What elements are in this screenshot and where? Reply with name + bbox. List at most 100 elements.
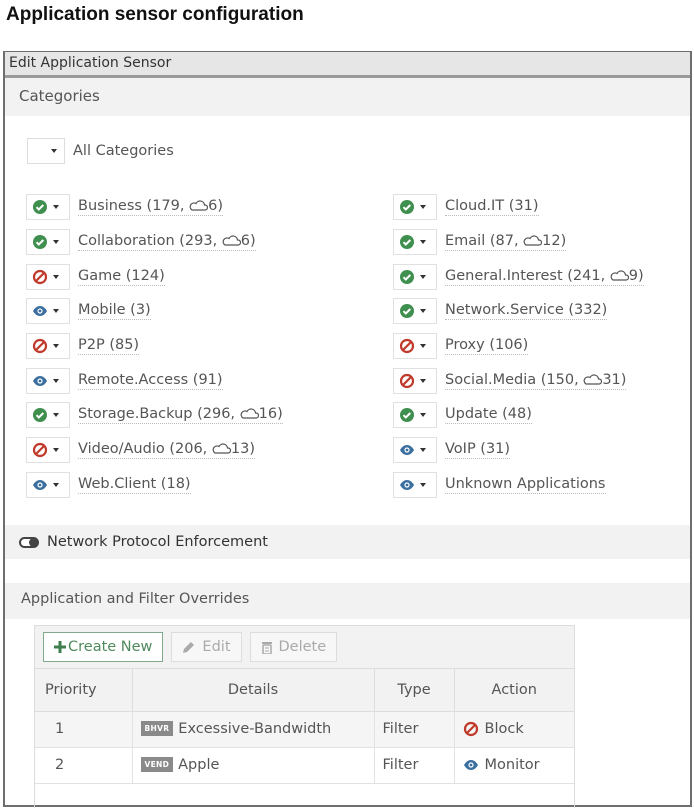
chevron-down-icon bbox=[53, 344, 59, 349]
category-label[interactable]: Unknown Applications bbox=[445, 476, 606, 494]
overrides-heading: Application and Filter Overrides bbox=[5, 583, 690, 619]
category-label[interactable]: Storage.Backup (296, 16) bbox=[78, 406, 283, 425]
category-item: Remote.Access (91) bbox=[26, 363, 283, 398]
monitor-eye-icon bbox=[400, 445, 414, 456]
category-label[interactable]: Cloud.IT (31) bbox=[445, 198, 539, 217]
category-item: Web.Client (18) bbox=[26, 468, 283, 503]
category-action-dropdown[interactable] bbox=[393, 437, 437, 464]
category-item: Proxy (106) bbox=[393, 329, 644, 364]
category-action-dropdown[interactable] bbox=[393, 229, 437, 256]
category-action-dropdown[interactable] bbox=[393, 402, 437, 429]
trash-icon bbox=[261, 642, 272, 654]
category-action-dropdown[interactable] bbox=[393, 333, 437, 360]
network-protocol-enforcement-toggle[interactable] bbox=[19, 536, 39, 548]
category-action-dropdown[interactable] bbox=[393, 298, 437, 325]
category-action-dropdown[interactable] bbox=[393, 194, 437, 221]
monitor-eye-icon bbox=[400, 479, 414, 490]
chevron-down-icon bbox=[420, 448, 426, 453]
action-text: Monitor bbox=[484, 757, 540, 773]
category-label[interactable]: Collaboration (293, 6) bbox=[78, 233, 256, 252]
chevron-down-icon bbox=[53, 240, 59, 245]
category-label[interactable]: Network.Service (332) bbox=[445, 302, 608, 321]
category-action-dropdown[interactable] bbox=[26, 333, 70, 360]
category-label[interactable]: Remote.Access (91) bbox=[78, 372, 223, 390]
category-action-dropdown[interactable] bbox=[26, 437, 70, 464]
chevron-down-icon bbox=[53, 482, 59, 487]
column-header-action[interactable]: Action bbox=[454, 669, 574, 712]
category-label[interactable]: Video/Audio (206, 13) bbox=[78, 441, 255, 460]
category-action-dropdown[interactable] bbox=[393, 263, 437, 290]
block-icon bbox=[32, 269, 48, 284]
category-label[interactable]: Update (48) bbox=[445, 406, 532, 425]
category-label[interactable]: Game (124) bbox=[78, 268, 165, 286]
column-header-type[interactable]: Type bbox=[374, 669, 455, 712]
category-tag-badge: VEND bbox=[140, 757, 174, 772]
category-action-dropdown[interactable] bbox=[393, 471, 437, 498]
category-item: Storage.Backup (296, 16) bbox=[26, 398, 283, 433]
all-categories: All Categories bbox=[27, 138, 174, 164]
allow-check-icon bbox=[33, 235, 47, 250]
chevron-down-icon bbox=[420, 205, 426, 210]
category-action-dropdown[interactable] bbox=[26, 471, 70, 498]
table-row[interactable]: 2 VEND Apple Filter Monitor bbox=[35, 747, 574, 784]
type-cell: Filter bbox=[374, 711, 455, 748]
panel-header: Edit Application Sensor bbox=[5, 52, 690, 78]
allow-check-icon bbox=[400, 269, 414, 284]
category-action-dropdown[interactable] bbox=[26, 367, 70, 394]
cloud-icon bbox=[610, 270, 629, 281]
monitor-eye-icon bbox=[33, 479, 47, 490]
delete-button[interactable]: Delete bbox=[249, 632, 338, 662]
category-label[interactable]: P2P (85) bbox=[78, 337, 140, 356]
category-action-dropdown[interactable] bbox=[26, 229, 70, 256]
category-item: Game (124) bbox=[26, 259, 283, 294]
category-label[interactable]: VoIP (31) bbox=[445, 441, 511, 460]
block-icon bbox=[32, 338, 48, 354]
column-header-details[interactable]: Details bbox=[132, 669, 375, 712]
category-label[interactable]: Business (179, 6) bbox=[78, 198, 223, 217]
chevron-down-icon bbox=[420, 378, 426, 383]
chevron-down-icon bbox=[53, 413, 59, 418]
category-action-dropdown[interactable] bbox=[26, 194, 70, 221]
allow-check-icon bbox=[400, 304, 414, 319]
category-item: Network.Service (332) bbox=[393, 294, 644, 329]
details-text: Apple bbox=[178, 757, 220, 773]
overrides-table: Priority Details Type Action 1 BHVR Exces… bbox=[35, 669, 574, 784]
all-categories-label: All Categories bbox=[73, 143, 174, 159]
category-tag-badge: BHVR bbox=[140, 721, 174, 736]
type-cell: Filter bbox=[374, 747, 455, 784]
category-label[interactable]: Web.Client (18) bbox=[78, 476, 191, 494]
cloud-icon bbox=[189, 200, 209, 211]
column-header-priority[interactable]: Priority bbox=[35, 669, 133, 712]
category-label[interactable]: General.Interest (241, 9) bbox=[445, 268, 644, 286]
category-item: Collaboration (293, 6) bbox=[26, 225, 283, 260]
action-cell: Block bbox=[454, 711, 574, 748]
category-action-dropdown[interactable] bbox=[26, 263, 70, 290]
all-categories-dropdown[interactable] bbox=[27, 138, 65, 164]
details-cell: VEND Apple bbox=[132, 747, 375, 784]
create-new-button[interactable]: Create New bbox=[43, 632, 164, 662]
pencil-icon bbox=[183, 642, 195, 653]
block-icon bbox=[399, 338, 415, 354]
category-label[interactable]: Social.Media (150, 31) bbox=[445, 372, 627, 390]
network-protocol-enforcement-row: Network Protocol Enforcement bbox=[5, 525, 690, 559]
category-label[interactable]: Email (87, 12) bbox=[445, 233, 567, 252]
cloud-icon bbox=[222, 235, 241, 246]
edit-button[interactable]: Edit bbox=[171, 632, 242, 662]
categories-heading: Categories bbox=[5, 78, 690, 116]
category-label[interactable]: Mobile (3) bbox=[78, 302, 151, 321]
category-item: VoIP (31) bbox=[393, 433, 644, 468]
allow-check-icon bbox=[33, 200, 47, 215]
category-action-dropdown[interactable] bbox=[26, 298, 70, 325]
chevron-down-icon bbox=[51, 149, 57, 153]
chevron-down-icon bbox=[53, 448, 59, 453]
category-action-dropdown[interactable] bbox=[26, 402, 70, 429]
allow-check-icon bbox=[33, 408, 47, 423]
category-label[interactable]: Proxy (106) bbox=[445, 337, 529, 356]
network-protocol-enforcement-label: Network Protocol Enforcement bbox=[47, 534, 268, 550]
category-action-dropdown[interactable] bbox=[393, 367, 437, 394]
allow-check-icon bbox=[400, 408, 414, 423]
category-item: Email (87, 12) bbox=[393, 225, 644, 260]
chevron-down-icon bbox=[420, 344, 426, 349]
table-row[interactable]: 1 BHVR Excessive-Bandwidth Filter Block bbox=[35, 711, 574, 748]
category-item: General.Interest (241, 9) bbox=[393, 259, 644, 294]
